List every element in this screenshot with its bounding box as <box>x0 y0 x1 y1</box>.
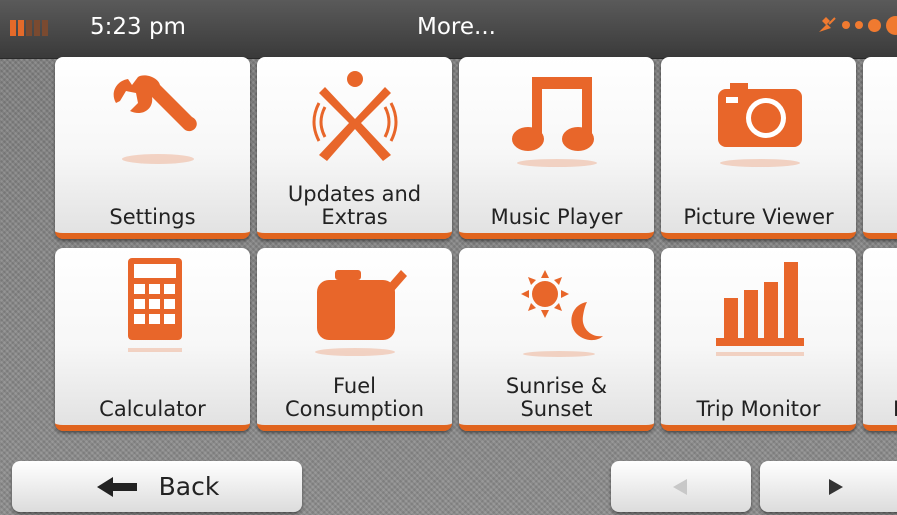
wrench-icon <box>113 75 197 164</box>
battery-icon <box>10 20 50 36</box>
signal-dot-icon <box>868 18 881 32</box>
signal-dot-icon <box>842 21 850 29</box>
partial-tile[interactable]: I <box>863 248 897 431</box>
partial-tile[interactable] <box>863 57 897 239</box>
calculator-label: Calculator <box>99 397 206 421</box>
picture-viewer-tile[interactable]: Picture Viewer <box>661 57 856 239</box>
back-button[interactable]: Back <box>12 461 302 512</box>
calculator-tile[interactable]: Calculator <box>55 248 250 431</box>
trip-monitor-label: Trip Monitor <box>696 397 821 421</box>
clock: 5:23 pm <box>90 14 186 40</box>
previous-page-button[interactable] <box>611 461 751 512</box>
sunrise-sunset-tile[interactable]: Sunrise & Sunset <box>459 248 654 431</box>
bar-chart-icon <box>715 262 804 356</box>
music-player-tile[interactable]: Music Player <box>459 57 654 239</box>
updates-icon <box>312 71 397 161</box>
settings-tile[interactable]: Settings <box>55 57 250 239</box>
trip-monitor-tile[interactable]: Trip Monitor <box>661 248 856 431</box>
camera-icon <box>717 83 802 167</box>
signal-dot-icon <box>855 21 863 29</box>
music-player-label: Music Player <box>490 205 623 229</box>
page-title: More... <box>417 14 496 40</box>
next-page-button[interactable] <box>760 461 897 512</box>
signal-dot-icon <box>886 15 897 35</box>
partial-tile-label: I <box>863 398 897 421</box>
calculator-icon <box>127 258 182 352</box>
triangle-left-icon <box>673 478 687 495</box>
settings-label: Settings <box>109 205 196 229</box>
updates-and-extras-tile[interactable]: Updates and Extras <box>257 57 452 239</box>
fuel-can-icon <box>314 270 407 356</box>
back-label: Back <box>158 472 220 501</box>
fuel-consumption-tile[interactable]: Fuel Consumption <box>257 248 452 431</box>
music-note-icon <box>511 77 597 167</box>
sunrise-sunset-label: Sunrise & Sunset <box>505 374 608 421</box>
triangle-right-icon <box>829 478 843 495</box>
sun-moon-icon <box>520 270 603 357</box>
bottom-bar: Back <box>0 449 897 515</box>
fuel-consumption-label: Fuel Consumption <box>284 374 425 421</box>
satellite-icon <box>819 17 836 32</box>
arrow-left-icon <box>96 476 137 497</box>
picture-viewer-label: Picture Viewer <box>683 205 834 229</box>
status-bar: 5:23 pm More... <box>0 0 897 59</box>
updates-and-extras-label: Updates and Extras <box>287 182 422 229</box>
gps-status <box>817 14 897 36</box>
